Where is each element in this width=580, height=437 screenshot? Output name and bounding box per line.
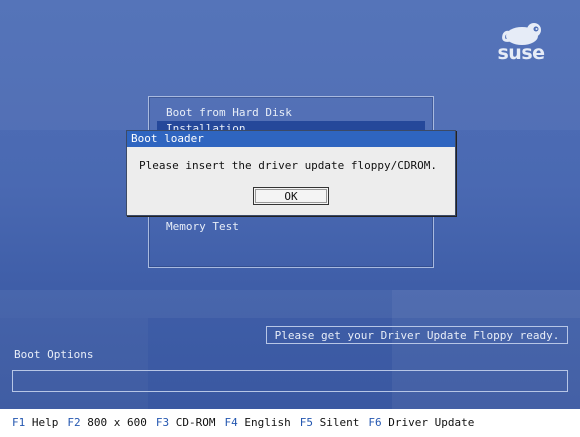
fkey-driver-update[interactable]: F6 Driver Update	[368, 409, 474, 437]
dialog-title: Boot loader	[127, 131, 455, 147]
fkey-help[interactable]: F1 Help	[12, 409, 58, 437]
fkey-splash[interactable]: F5 Silent	[300, 409, 360, 437]
fkey-label: 800 x 600	[87, 416, 147, 429]
fkey-key: F1	[12, 416, 26, 429]
fkey-key: F3	[155, 416, 170, 429]
fkey-key: F4	[224, 416, 238, 429]
boot-options-label: Boot Options	[14, 348, 94, 361]
boot-options-input[interactable]	[12, 370, 568, 392]
function-key-bar: F1 Help F2 800 x 600 F3 CD-ROM F4 English F5…	[0, 409, 580, 434]
ok-button[interactable]: OK	[253, 187, 329, 205]
fkey-key: F5	[299, 416, 313, 429]
suse-logo: suse	[492, 20, 550, 64]
fkey-resolution[interactable]: F2 800 x 600	[67, 409, 146, 437]
fkey-label: Silent	[319, 416, 360, 429]
fkey-key: F6	[368, 416, 382, 429]
boot-loader-dialog: Boot loader Please insert the driver upd…	[126, 130, 456, 216]
fkey-label: English	[244, 416, 291, 429]
fkey-source[interactable]: F3 CD-ROM	[156, 409, 216, 437]
fkey-label: Driver Update	[388, 416, 475, 429]
boot-screen: suse Boot from Hard Disk Installation Me…	[0, 0, 580, 409]
fkey-key: F2	[67, 416, 81, 429]
menu-item-boot-hard-disk[interactable]: Boot from Hard Disk	[166, 105, 292, 120]
fkey-language[interactable]: F4 English	[224, 409, 290, 437]
fkey-label: CD-ROM	[175, 416, 216, 429]
background-panel	[0, 318, 148, 409]
logo-text: suse	[497, 42, 545, 64]
driver-update-hint: Please get your Driver Update Floppy rea…	[266, 326, 568, 344]
menu-item-memory-test[interactable]: Memory Test	[166, 219, 239, 234]
fkey-label: Help	[31, 416, 59, 429]
dialog-message: Please insert the driver update floppy/C…	[139, 159, 438, 172]
